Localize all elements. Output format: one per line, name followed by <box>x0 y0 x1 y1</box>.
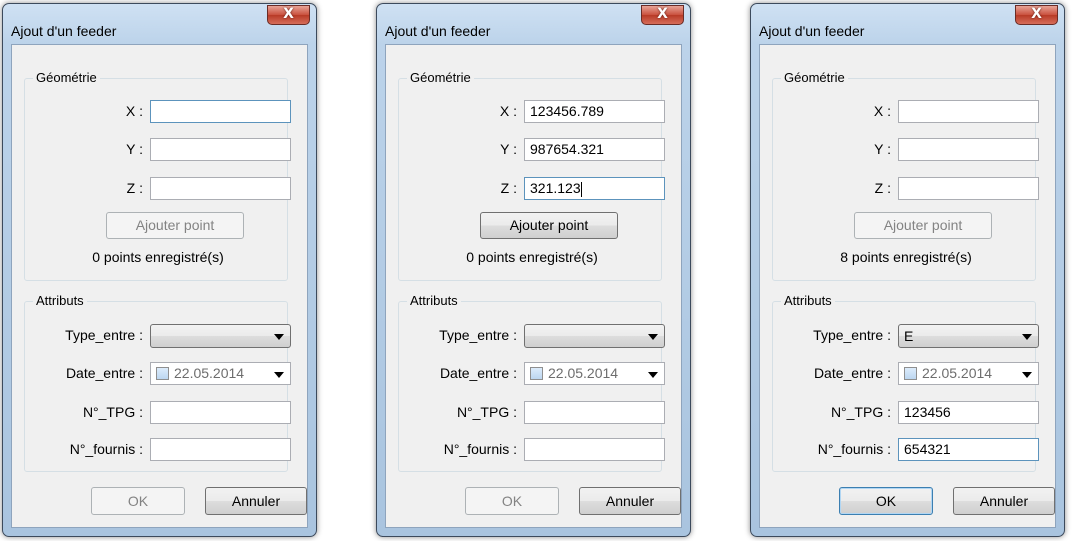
fournis-input[interactable] <box>524 438 665 461</box>
tpg-input[interactable] <box>150 401 291 424</box>
type-label: Type_entre : <box>439 327 517 343</box>
z-input[interactable] <box>898 177 1039 200</box>
chevron-down-icon <box>1022 334 1032 340</box>
y-input[interactable]: 987654.321 <box>524 138 665 161</box>
type-select[interactable]: E <box>898 324 1039 348</box>
cancel-button[interactable]: Annuler <box>205 487 307 515</box>
date-value: 22.05.2014 <box>922 365 993 381</box>
z-input[interactable] <box>150 177 291 200</box>
cancel-button[interactable]: Annuler <box>953 487 1055 515</box>
close-button[interactable]: X <box>267 5 310 25</box>
fournis-label: N°_fournis : <box>443 441 517 457</box>
attributes-legend: Attributs <box>781 293 835 308</box>
chevron-down-icon <box>274 334 284 340</box>
attributes-legend: Attributs <box>407 293 461 308</box>
type-select[interactable] <box>150 324 291 348</box>
z-label: Z : <box>874 180 891 196</box>
close-button[interactable]: X <box>641 5 684 25</box>
geometry-legend: Géométrie <box>781 70 848 85</box>
date-value: 22.05.2014 <box>174 365 245 381</box>
y-label: Y : <box>126 141 143 157</box>
dialog-geometry-filled: Ajout d'un feeder X Géométrie X : 123456… <box>376 3 691 537</box>
points-status: 0 points enregistré(s) <box>92 249 224 265</box>
points-status: 8 points enregistré(s) <box>840 249 972 265</box>
dialog-empty: Ajout d'un feeder X Géométrie X : Y : Z … <box>2 3 317 537</box>
add-point-button[interactable]: Ajouter point <box>480 212 618 239</box>
date-checkbox[interactable] <box>530 367 543 380</box>
close-icon: X <box>1031 6 1042 22</box>
y-label: Y : <box>874 141 891 157</box>
geometry-legend: Géométrie <box>407 70 474 85</box>
date-picker[interactable]: 22.05.2014 <box>524 362 665 385</box>
x-input[interactable]: 123456.789 <box>524 100 665 123</box>
x-input[interactable] <box>150 100 291 123</box>
title-bar[interactable]: Ajout d'un feeder X <box>3 4 316 44</box>
y-input[interactable] <box>898 138 1039 161</box>
dialog-title: Ajout d'un feeder <box>385 23 491 39</box>
ok-button[interactable]: OK <box>839 487 933 515</box>
z-input[interactable]: 321.123 <box>524 177 665 200</box>
date-value: 22.05.2014 <box>548 365 619 381</box>
type-label: Type_entre : <box>813 327 891 343</box>
date-checkbox[interactable] <box>156 367 169 380</box>
x-label: X : <box>125 103 143 119</box>
dialog-title: Ajout d'un feeder <box>759 23 865 39</box>
title-bar[interactable]: Ajout d'un feeder X <box>751 4 1064 44</box>
cancel-button[interactable]: Annuler <box>579 487 681 515</box>
z-label: Z : <box>500 180 517 196</box>
type-label: Type_entre : <box>65 327 143 343</box>
title-bar[interactable]: Ajout d'un feeder X <box>377 4 690 44</box>
x-label: X : <box>873 103 891 119</box>
tpg-input[interactable]: 123456 <box>898 401 1039 424</box>
x-label: X : <box>499 103 517 119</box>
tpg-label: N°_TPG : <box>82 404 143 420</box>
tpg-label: N°_TPG : <box>456 404 517 420</box>
dialog-title: Ajout d'un feeder <box>11 23 117 39</box>
date-picker[interactable]: 22.05.2014 <box>150 362 291 385</box>
tpg-label: N°_TPG : <box>830 404 891 420</box>
add-point-button[interactable]: Ajouter point <box>854 212 992 239</box>
date-label: Date_entre : <box>439 365 517 381</box>
chevron-down-icon <box>648 334 658 340</box>
fournis-input[interactable]: 654321 <box>898 438 1039 461</box>
z-label: Z : <box>126 180 143 196</box>
date-label: Date_entre : <box>65 365 143 381</box>
add-point-button[interactable]: Ajouter point <box>106 212 244 239</box>
points-status: 0 points enregistré(s) <box>466 249 598 265</box>
type-select-value: E <box>904 328 914 344</box>
chevron-down-icon <box>274 372 284 378</box>
date-checkbox[interactable] <box>904 367 917 380</box>
date-label: Date_entre : <box>813 365 891 381</box>
close-icon: X <box>657 6 668 22</box>
fournis-input[interactable] <box>150 438 291 461</box>
ok-button[interactable]: OK <box>465 487 559 515</box>
close-icon: X <box>283 6 294 22</box>
y-input[interactable] <box>150 138 291 161</box>
attributes-legend: Attributs <box>33 293 87 308</box>
type-select[interactable] <box>524 324 665 348</box>
geometry-legend: Géométrie <box>33 70 100 85</box>
date-picker[interactable]: 22.05.2014 <box>898 362 1039 385</box>
fournis-label: N°_fournis : <box>69 441 143 457</box>
tpg-input[interactable] <box>524 401 665 424</box>
chevron-down-icon <box>1022 372 1032 378</box>
fournis-label: N°_fournis : <box>817 441 891 457</box>
z-input-value: 321.123 <box>530 180 581 196</box>
y-label: Y : <box>500 141 517 157</box>
chevron-down-icon <box>648 372 658 378</box>
close-button[interactable]: X <box>1015 5 1058 25</box>
x-input[interactable] <box>898 100 1039 123</box>
text-caret <box>580 181 582 197</box>
ok-button[interactable]: OK <box>91 487 185 515</box>
dialog-attributes-filled: Ajout d'un feeder X Géométrie X : Y : Z … <box>750 3 1065 537</box>
